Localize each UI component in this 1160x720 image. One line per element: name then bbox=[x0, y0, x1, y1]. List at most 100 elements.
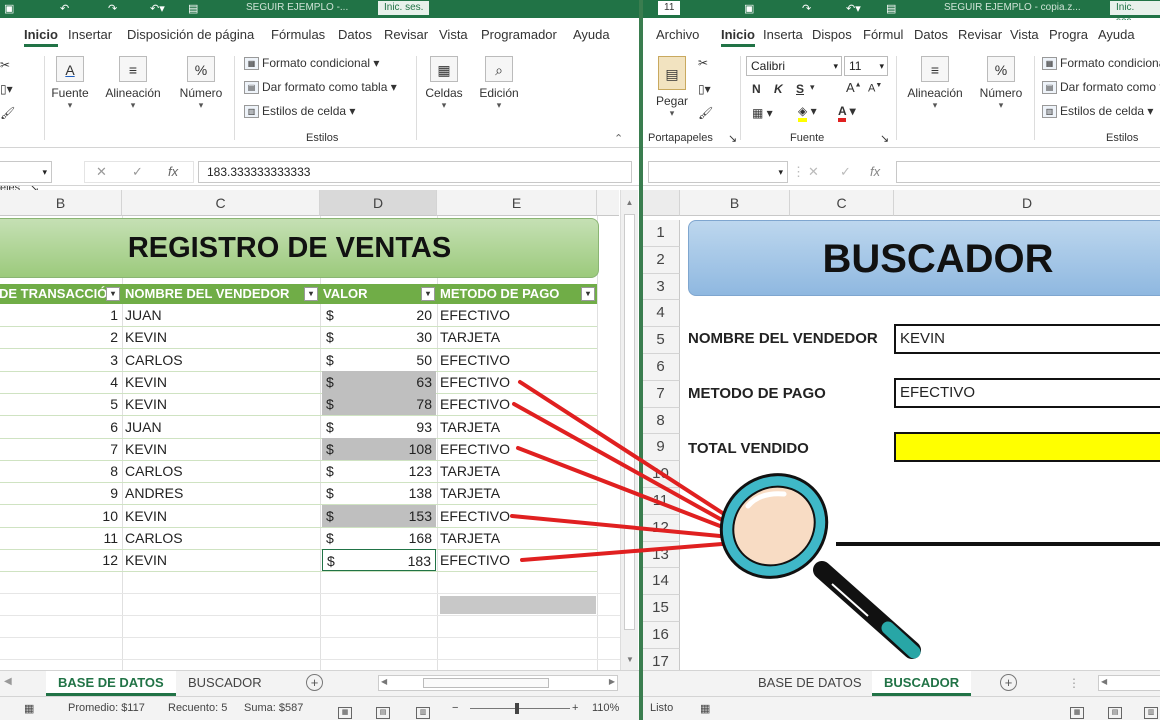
tab-revisar[interactable]: Revisar bbox=[958, 27, 1002, 42]
font-group-button[interactable]: A Fuente ▾ bbox=[50, 56, 90, 111]
cell-payment-method[interactable]: TARJETA bbox=[440, 527, 596, 549]
cell-currency[interactable]: $ bbox=[322, 460, 352, 482]
zoom-out-icon[interactable]: − bbox=[452, 702, 458, 714]
copy-icon[interactable]: ▯▾ bbox=[0, 82, 13, 96]
macro-record-icon[interactable]: ▦ bbox=[24, 702, 34, 715]
cell-transaction-id[interactable]: 5 bbox=[0, 393, 122, 415]
row-header[interactable]: 15 bbox=[642, 595, 680, 622]
table-format-button[interactable]: ▤Dar formato como tabla bbox=[1042, 80, 1160, 95]
column-header-b[interactable]: B bbox=[680, 190, 790, 216]
formula-input[interactable]: 183.333333333333 bbox=[198, 161, 632, 183]
cancel-icon[interactable]: ✕ bbox=[808, 164, 819, 180]
font-name-select[interactable]: Calibri ▾ bbox=[746, 56, 842, 76]
cell-styles-button[interactable]: ▥ Estilos de celda ▾ bbox=[1042, 104, 1153, 119]
cut-icon[interactable]: ✂ bbox=[698, 56, 708, 70]
cell-payment-method[interactable]: TARJETA bbox=[440, 460, 596, 482]
fill-color-icon[interactable]: ◈ ▾ bbox=[798, 104, 817, 122]
cell-value[interactable]: 123 bbox=[352, 460, 436, 482]
cell-payment-method[interactable]: EFECTIVO bbox=[440, 349, 596, 371]
cell-transaction-id[interactable]: 11 bbox=[0, 527, 122, 549]
cell-vendor-name[interactable]: JUAN bbox=[125, 304, 315, 326]
tab-formulas[interactable]: Fórmulas bbox=[271, 27, 325, 42]
quick-access-icon[interactable]: ▤ bbox=[886, 2, 896, 15]
formula-input[interactable] bbox=[896, 161, 1160, 183]
fx-icon[interactable]: fx bbox=[168, 164, 178, 179]
underline-dropdown-icon[interactable]: ▾ bbox=[810, 82, 815, 93]
header-vendedor[interactable]: NOMBRE DEL VENDEDOR ▾ bbox=[122, 284, 320, 304]
cell-payment-method[interactable]: EFECTIVO bbox=[440, 549, 596, 571]
borders-icon[interactable]: ▦ ▾ bbox=[752, 106, 773, 120]
cell-payment-method[interactable]: EFECTIVO bbox=[440, 438, 596, 460]
prev-sheet-icon[interactable]: ◀ bbox=[4, 676, 12, 687]
cell-styles-button[interactable]: ▥ Estilos de celda ▾ bbox=[244, 104, 355, 119]
zoom-in-icon[interactable]: + bbox=[572, 702, 578, 714]
cell-value[interactable]: 138 bbox=[352, 482, 436, 504]
row-header[interactable]: 10 bbox=[642, 461, 680, 488]
tab-ayuda[interactable]: Ayuda bbox=[573, 27, 610, 42]
tab-inicio[interactable]: Inicio bbox=[721, 27, 755, 47]
fx-icon[interactable]: fx bbox=[870, 164, 880, 179]
cell-transaction-id[interactable]: 9 bbox=[0, 482, 122, 504]
cell-transaction-id[interactable]: 2 bbox=[0, 326, 122, 348]
cell-currency[interactable]: $ bbox=[322, 326, 352, 348]
add-sheet-icon[interactable]: + bbox=[306, 674, 323, 691]
row-header[interactable]: 2 bbox=[642, 246, 680, 274]
header-transaccion[interactable]: DE TRANSACCIÓN ▾ bbox=[0, 284, 122, 304]
select-all-corner[interactable] bbox=[642, 190, 680, 216]
redo-icon[interactable]: ↷ bbox=[802, 2, 811, 15]
cell-transaction-id[interactable]: 10 bbox=[0, 505, 122, 527]
header-metodo[interactable]: METODO DE PAGO ▾ bbox=[437, 284, 597, 304]
cell-currency[interactable]: $ bbox=[322, 504, 352, 527]
cell-payment-method[interactable]: TARJETA bbox=[440, 482, 596, 504]
cell-transaction-id[interactable]: 4 bbox=[0, 371, 122, 393]
row-header[interactable]: 1 bbox=[642, 220, 680, 247]
tab-programador[interactable]: Programador bbox=[481, 27, 557, 42]
cell-payment-method[interactable]: EFECTIVO bbox=[440, 304, 596, 326]
quick-access-icon[interactable]: ▤ bbox=[188, 2, 198, 15]
vendor-input[interactable]: KEVIN bbox=[894, 324, 1160, 354]
cell-value[interactable]: 153 bbox=[352, 504, 436, 527]
row-header[interactable]: 3 bbox=[642, 273, 680, 301]
filter-dropdown-icon[interactable]: ▾ bbox=[421, 287, 435, 301]
tab-datos[interactable]: Datos bbox=[338, 27, 372, 42]
row-header[interactable]: 4 bbox=[642, 300, 680, 328]
cell-vendor-name[interactable]: CARLOS bbox=[125, 349, 315, 371]
cell-transaction-id[interactable]: 12 bbox=[0, 549, 122, 571]
row-header[interactable]: 8 bbox=[642, 407, 680, 435]
paste-button[interactable]: ▤ Pegar ▾ bbox=[652, 56, 692, 119]
cell-value[interactable]: 168 bbox=[352, 527, 436, 549]
tab-vista[interactable]: Vista bbox=[439, 27, 468, 42]
cell-vendor-name[interactable]: KEVIN bbox=[125, 438, 315, 460]
table-format-button[interactable]: ▤ Dar formato como tabla ▾ bbox=[244, 80, 397, 95]
font-size-quick[interactable]: 11 bbox=[658, 1, 681, 15]
column-header-d[interactable]: D bbox=[320, 190, 437, 216]
alignment-group-button[interactable]: ≡ Alineación ▾ bbox=[904, 56, 966, 111]
row-header[interactable]: 7 bbox=[642, 380, 680, 408]
increase-font-icon[interactable]: A▲ bbox=[846, 80, 862, 95]
signin-button[interactable]: Inic. ses. bbox=[378, 1, 430, 15]
cell-vendor-name[interactable]: KEVIN bbox=[125, 549, 315, 571]
row-header[interactable]: 16 bbox=[642, 622, 680, 649]
conditional-format-button[interactable]: ▦ Formato condicional ▾ bbox=[244, 56, 379, 71]
save-icon[interactable]: ▣ bbox=[4, 2, 14, 15]
cell-currency[interactable]: $ bbox=[322, 304, 352, 326]
cell-payment-method[interactable]: EFECTIVO bbox=[440, 505, 596, 527]
cell-transaction-id[interactable]: 1 bbox=[0, 304, 122, 326]
zoom-level[interactable]: 110% bbox=[592, 702, 619, 714]
decrease-font-icon[interactable]: A▼ bbox=[868, 82, 882, 95]
cell-currency[interactable]: $ bbox=[322, 437, 352, 460]
cell-vendor-name[interactable]: CARLOS bbox=[125, 527, 315, 549]
cell-transaction-id[interactable]: 7 bbox=[0, 438, 122, 460]
cell-payment-method[interactable]: EFECTIVO bbox=[440, 371, 596, 393]
undo-dropdown-icon[interactable]: ↶▾ bbox=[846, 2, 861, 15]
vertical-scrollbar[interactable]: ▲ ▼ bbox=[620, 190, 638, 670]
row-header[interactable]: 12 bbox=[642, 514, 680, 542]
collapse-ribbon-icon[interactable]: ⌃ bbox=[614, 132, 623, 145]
copy-icon[interactable]: ▯▾ bbox=[698, 82, 711, 96]
italic-button[interactable]: K bbox=[774, 82, 783, 96]
cell-vendor-name[interactable]: CARLOS bbox=[125, 460, 315, 482]
cell-value[interactable]: 30 bbox=[352, 326, 436, 348]
row-header[interactable]: 14 bbox=[642, 568, 680, 596]
filter-dropdown-icon[interactable]: ▾ bbox=[304, 287, 318, 301]
tab-ayuda[interactable]: Ayuda bbox=[1098, 27, 1135, 42]
